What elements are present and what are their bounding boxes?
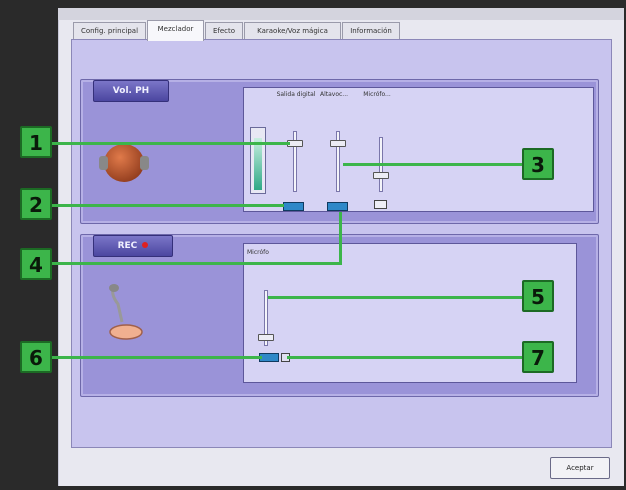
callout-1: 1: [20, 126, 52, 158]
left-earcup: [99, 156, 108, 170]
record-mic-label: Micrófo: [247, 249, 269, 256]
level-meter: [250, 127, 266, 194]
tab-efecto[interactable]: Efecto: [205, 22, 243, 40]
digital-out-toggle[interactable]: [283, 202, 304, 211]
callout-2: 2: [20, 188, 52, 220]
window-title-strip: [58, 8, 624, 20]
record-mic-slider-knob[interactable]: [258, 334, 274, 341]
right-earcup: [140, 156, 149, 170]
callout-line-7: [287, 356, 523, 359]
callout-line-3: [343, 163, 523, 166]
callout-3: 3: [522, 148, 554, 180]
callout-line-5: [268, 296, 523, 299]
record-header-label: REC: [117, 241, 138, 251]
col-label-speaker: Altavoc...: [319, 91, 349, 98]
level-meter-fill: [254, 138, 262, 190]
callout-line-6: [52, 356, 262, 359]
callout-7: 7: [522, 341, 554, 373]
microphone-icon: [102, 282, 152, 344]
tab-config-principal[interactable]: Config. principal: [73, 22, 146, 40]
playback-header: Vol. PH: [93, 80, 169, 102]
callout-4: 4: [20, 248, 52, 280]
mic-playback-mute[interactable]: [374, 200, 387, 209]
mic-playback-slider-knob[interactable]: [373, 172, 389, 179]
callout-6: 6: [20, 341, 52, 373]
col-label-digital: Salida digital: [276, 91, 316, 98]
callout-5: 5: [522, 280, 554, 312]
speaker-slider-knob[interactable]: [330, 140, 346, 147]
speaker-toggle[interactable]: [327, 202, 348, 211]
ok-button[interactable]: Aceptar: [550, 457, 610, 479]
record-dot-icon: [142, 242, 149, 248]
callout-line-4v: [339, 212, 342, 264]
tab-mezclador[interactable]: Mezclador: [147, 20, 204, 41]
callout-line-2: [52, 204, 284, 207]
callout-line-1: [52, 142, 290, 145]
col-label-mic: Micrófo...: [363, 91, 391, 98]
tab-karaoke[interactable]: Karaoke/Voz mágica: [244, 22, 341, 40]
tab-informacion[interactable]: Información: [342, 22, 400, 40]
callout-line-4h: [52, 262, 342, 265]
record-header: REC: [93, 235, 173, 257]
record-mic-select[interactable]: [259, 353, 279, 362]
speaker-icon: [99, 144, 149, 182]
